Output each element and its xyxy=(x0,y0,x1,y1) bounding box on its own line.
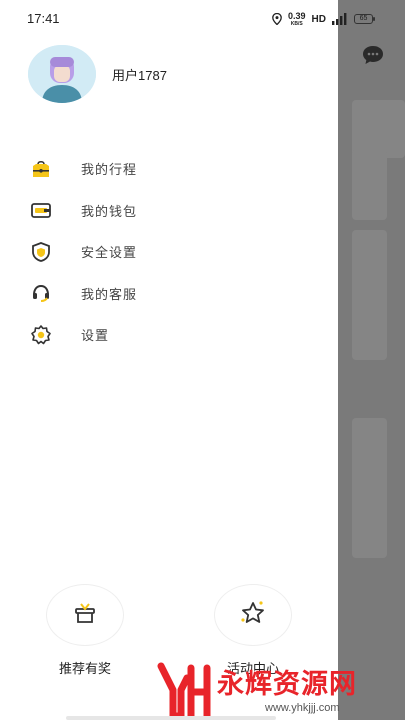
action-circle xyxy=(46,584,124,646)
referral-reward-label: 推荐有奖 xyxy=(58,662,111,677)
location-icon xyxy=(272,10,282,29)
menu-label: 安全设置 xyxy=(81,246,138,262)
navigation-drawer: 用户1787 我的行程 我的钱包 安全设置 我的客服 设置 推荐有奖 活动中心 xyxy=(0,0,338,720)
menu-item-my-trips[interactable]: 我的行程 xyxy=(0,148,338,190)
gift-box-icon xyxy=(72,600,98,630)
background-card xyxy=(352,418,387,558)
menu-item-customer-service[interactable]: 我的客服 xyxy=(0,273,338,315)
menu-item-security-settings[interactable]: 安全设置 xyxy=(0,231,338,273)
drawer-menu: 我的行程 我的钱包 安全设置 我的客服 设置 xyxy=(0,148,338,356)
username: 用户1787 xyxy=(112,67,167,83)
status-icons: 0.39 KB/S HD 65 xyxy=(272,10,375,29)
menu-label: 设置 xyxy=(81,329,110,345)
hd-indicator: HD xyxy=(311,13,326,25)
headset-icon xyxy=(30,282,52,304)
menu-label: 我的钱包 xyxy=(81,204,138,220)
home-indicator[interactable] xyxy=(66,716,276,720)
menu-item-settings[interactable]: 设置 xyxy=(0,314,338,356)
signal-icon xyxy=(331,10,348,29)
wallet-icon xyxy=(30,199,52,221)
menu-label: 我的行程 xyxy=(81,163,138,179)
avatar-illustration xyxy=(28,45,96,103)
network-speed: 0.39 KB/S xyxy=(288,10,306,27)
watermark-text: 永辉资源网 xyxy=(217,669,357,700)
status-bar: 17:41 0.39 KB/S HD 65 xyxy=(0,0,405,38)
watermark-logo-icon xyxy=(157,662,211,718)
action-circle xyxy=(214,584,292,646)
battery-icon: 65 xyxy=(353,14,375,24)
avatar[interactable] xyxy=(28,45,96,103)
background-card xyxy=(352,150,387,220)
watermark-url: www.yhkjjj.com xyxy=(265,702,340,714)
status-time: 17:41 xyxy=(27,11,60,26)
menu-label: 我的客服 xyxy=(81,287,138,303)
menu-item-my-wallet[interactable]: 我的钱包 xyxy=(0,190,338,232)
referral-reward-button[interactable]: 推荐有奖 xyxy=(45,584,125,677)
star-icon xyxy=(238,598,268,632)
gear-icon xyxy=(30,324,52,346)
network-speed-value: 0.39 xyxy=(288,10,306,21)
user-profile[interactable]: 用户1787 xyxy=(28,45,167,103)
watermark: 永辉资源网 www.yhkjjj.com xyxy=(155,662,385,720)
trip-bag-icon xyxy=(30,158,52,180)
shield-icon xyxy=(30,241,52,263)
background-card xyxy=(352,230,387,360)
network-speed-unit: KB/S xyxy=(290,20,303,27)
chat-icon[interactable] xyxy=(362,45,384,65)
